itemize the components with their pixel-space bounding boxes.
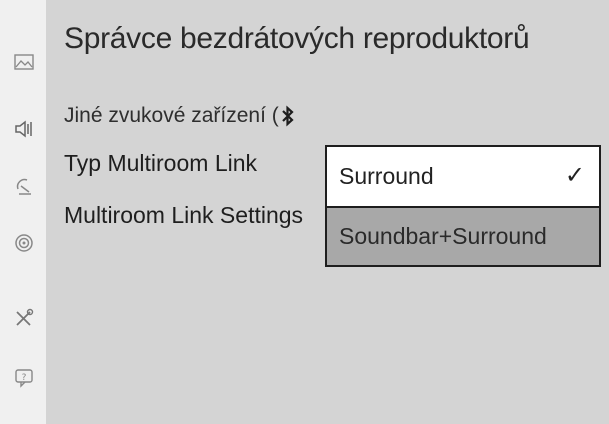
tools-icon[interactable] (12, 306, 36, 330)
dropdown-option-surround[interactable]: Surround ✓ (327, 147, 599, 206)
broadcast-icon[interactable] (12, 174, 36, 198)
checkmark-icon: ✓ (564, 162, 585, 189)
dropdown-option-soundbar-surround[interactable]: Soundbar+Surround (327, 206, 599, 265)
sidebar: ? (0, 0, 46, 424)
bluetooth-icon (279, 105, 297, 127)
support-icon[interactable]: ? (12, 365, 36, 389)
menu-item-multiroom-type[interactable]: Typ Multiroom Link (64, 150, 257, 177)
menu-item-other-sound-device[interactable]: Jiné zvukové zařízení ( (64, 104, 297, 128)
svg-text:?: ? (22, 373, 27, 383)
option-label: Soundbar+Surround (339, 223, 547, 249)
sound-icon[interactable] (12, 117, 36, 141)
multiroom-type-dropdown: Surround ✓ Soundbar+Surround (325, 145, 601, 267)
option-label: Surround (339, 163, 434, 189)
menu-item-multiroom-settings[interactable]: Multiroom Link Settings (64, 202, 303, 229)
menu-item-label: Jiné zvukové zařízení ( (64, 104, 279, 127)
picture-icon[interactable] (12, 50, 36, 74)
page-title: Správce bezdrátových reproduktorů (64, 22, 530, 55)
network-icon[interactable] (12, 231, 36, 255)
main-panel: Správce bezdrátových reproduktorů Jiné z… (46, 0, 609, 424)
